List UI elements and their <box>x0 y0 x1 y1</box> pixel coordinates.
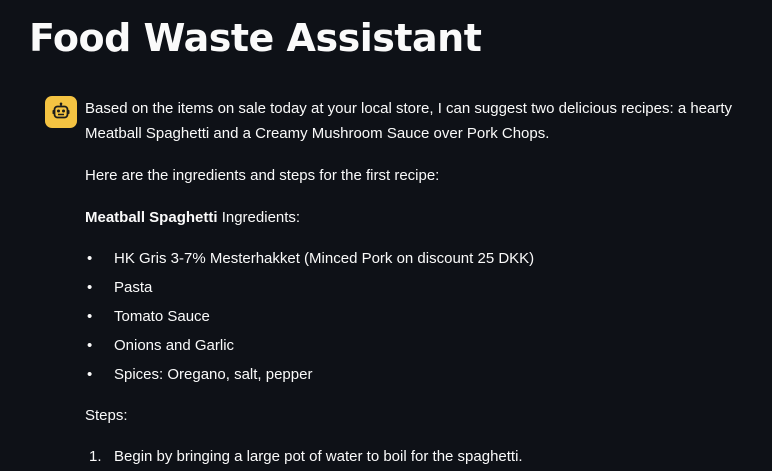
ingredient-text: HK Gris 3-7% Mesterhakket (Minced Pork o… <box>114 250 535 267</box>
bullet-icon: • <box>87 308 93 325</box>
recipe-name: Meatball Spaghetti <box>85 209 218 226</box>
ingredient-text: Onions and Garlic <box>114 337 235 354</box>
step-text: Begin by bringing a large pot of water t… <box>114 448 523 465</box>
steps-label: Steps: <box>85 407 128 424</box>
list-item: • Tomato Sauce <box>85 304 534 333</box>
ingredient-text: Pasta <box>114 279 153 296</box>
ingredient-text: Tomato Sauce <box>114 308 210 325</box>
app-page: Food Waste Assistant Based on the items … <box>0 0 772 471</box>
robot-icon <box>52 102 70 119</box>
bullet-icon: • <box>87 366 93 383</box>
ingredients-list: • HK Gris 3-7% Mesterhakket (Minced Pork … <box>85 246 534 391</box>
ingredients-label: Ingredients: <box>217 209 301 226</box>
page-title: Food Waste Assistant <box>29 16 482 60</box>
step-number: 1. <box>89 448 102 465</box>
bullet-icon: • <box>87 279 93 296</box>
ingredient-text: Spices: Oregano, salt, pepper <box>114 366 313 383</box>
list-item: • Onions and Garlic <box>85 333 534 362</box>
recipe-intro-text: Here are the ingredients and steps for t… <box>85 167 440 184</box>
bullet-icon: • <box>87 250 93 267</box>
intro-paragraph: Based on the items on sale today at your… <box>85 100 733 142</box>
assistant-avatar <box>45 96 77 128</box>
list-item: 1. Begin by bringing a large pot of water… <box>85 444 523 469</box>
steps-list: 1. Begin by bringing a large pot of water… <box>85 444 523 469</box>
recipe-heading: Meatball Spaghetti Ingredients: <box>85 205 300 230</box>
list-item: • HK Gris 3-7% Mesterhakket (Minced Pork … <box>85 246 534 275</box>
list-item: • Pasta <box>85 275 534 304</box>
bullet-icon: • <box>87 337 93 354</box>
list-item: • Spices: Oregano, salt, pepper <box>85 362 534 391</box>
